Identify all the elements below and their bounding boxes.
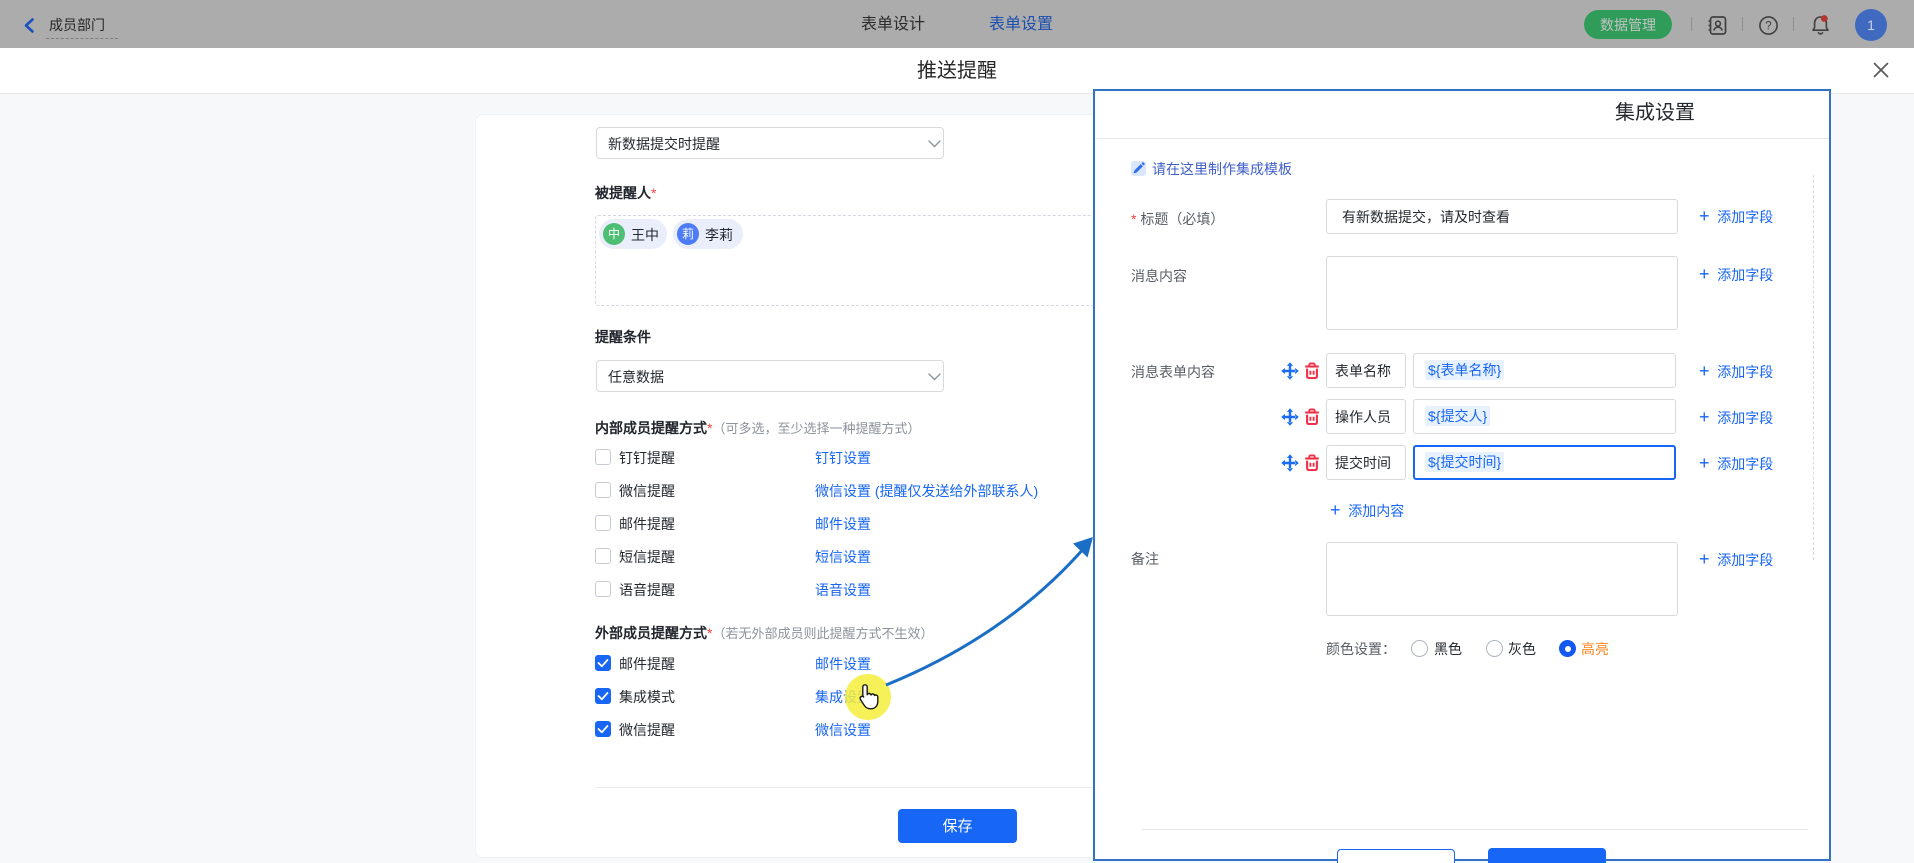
svg-text:?: ? xyxy=(1765,21,1771,33)
